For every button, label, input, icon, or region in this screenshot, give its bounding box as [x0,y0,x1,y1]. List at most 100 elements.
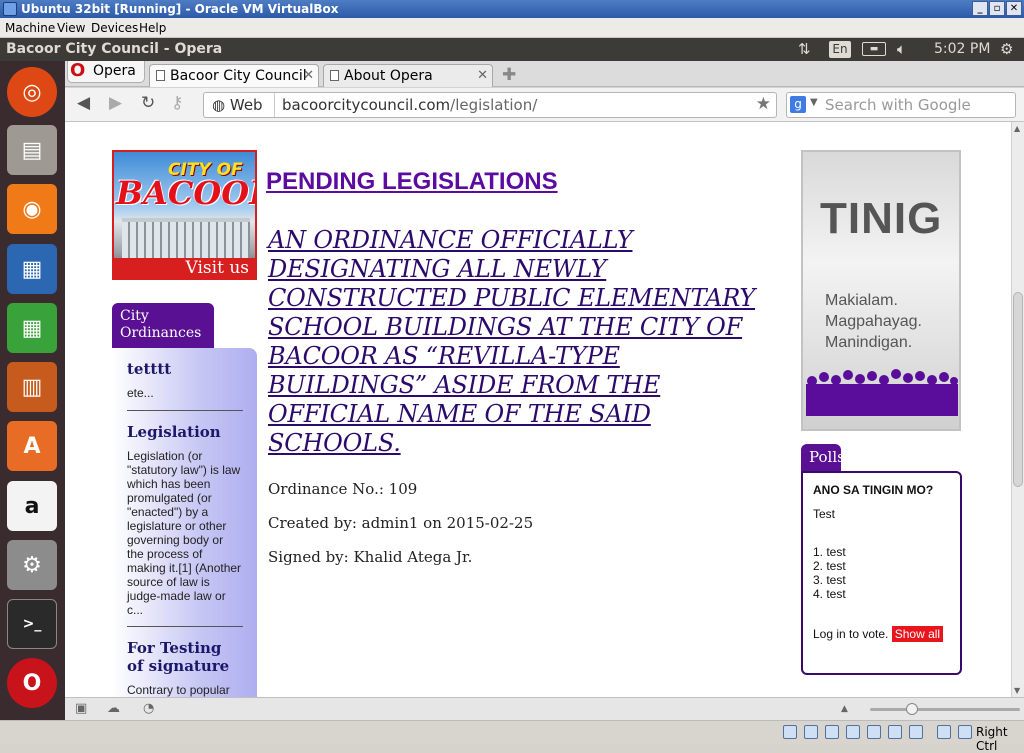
menu-devices[interactable]: Devices [91,21,138,35]
address-divider [274,93,275,117]
opera-menu-button[interactable]: O Opera [67,60,145,83]
zoom-slider-knob[interactable] [906,703,918,715]
visit-us-link[interactable]: Visit us [114,258,255,278]
search-field[interactable]: g ▼ Search with Google [786,92,1016,118]
divider [127,626,243,627]
video-capture-icon[interactable] [909,725,923,739]
amazon-icon[interactable]: a [7,481,57,531]
close-button[interactable]: ✕ [1006,1,1022,16]
virtualbox-icon [3,2,17,16]
terminal-icon[interactable]: >_ [7,599,57,649]
unity-launcher: ◎ ▤ ◉ ▦ ▦ ▥ A a ⚙ >_ O [0,61,65,720]
firefox-icon[interactable]: ◉ [7,184,57,234]
ordinance-number: Ordinance No.: 109 [268,480,418,498]
city-ordinances-tab[interactable]: City Ordinances [112,303,214,348]
scrollbar-thumb[interactable] [1013,292,1023,487]
chevron-down-icon[interactable]: ▼ [810,97,818,108]
tab-bacoor-city-council[interactable]: Bacoor City Council ✕ [149,64,319,87]
vertical-scrollbar[interactable]: ▲ ▼ [1011,122,1024,697]
url-text[interactable]: bacoorcitycouncil.com/legislation/ [282,96,537,114]
logo-line2: BACOOR [116,174,255,212]
gear-icon[interactable]: ⚙ [1000,40,1013,58]
address-bar[interactable]: ◍ Web bacoorcitycouncil.com/legislation/… [203,92,777,118]
scroll-up-icon[interactable]: ▲ [1014,124,1020,133]
poll-login-row: Log in to vote. Show all [813,626,945,642]
volume-icon[interactable]: 🔈︎ [897,40,906,58]
close-tab-icon[interactable]: ✕ [477,68,488,83]
poll-description: Test [813,507,836,521]
zoom-out-icon[interactable]: ▲ [841,704,848,714]
page-title[interactable]: PENDING LEGISLATIONS [266,168,771,196]
software-center-icon[interactable]: A [7,421,57,471]
ubuntu-dash-icon[interactable]: ◎ [7,67,57,117]
system-settings-icon[interactable]: ⚙ [7,540,57,590]
new-tab-icon[interactable]: ✚ [502,65,516,85]
tab-about-opera[interactable]: About Opera ✕ [323,64,493,87]
ordinance-item-title[interactable]: For Testing of signature [127,639,243,675]
display-icon[interactable] [888,725,902,739]
poll-option: 4. test [813,587,846,601]
ordinance-item-title[interactable]: tetttt [127,360,243,378]
forward-icon[interactable]: ▶ [109,93,122,113]
divider [127,410,243,411]
browser-statusbar: ▣ ☁ ◔ ▲ [65,697,1024,720]
reload-icon[interactable]: ↻ [141,93,155,113]
active-window-title: Bacoor City Council - Opera [6,41,223,57]
hard-disk-icon[interactable] [783,725,797,739]
ordinance-item-title[interactable]: Legislation [127,423,243,441]
vbox-window-title: Ubuntu 32bit [Running] - Oracle VM Virtu… [21,2,339,16]
city-hall-image [122,218,250,258]
files-icon[interactable]: ▤ [7,125,57,175]
polls-tab[interactable]: Polls [801,444,845,471]
menu-help[interactable]: Help [139,21,166,35]
ordinance-title-link[interactable]: AN ORDINANCE OFFICIALLY DESIGNATING ALL … [268,226,771,458]
ordinance-item: For Testing of signature Contrary to pop… [127,639,243,697]
menu-view[interactable]: View [57,21,85,35]
calc-icon[interactable]: ▦ [7,303,57,353]
show-all-button[interactable]: Show all [891,626,944,642]
shared-folder-icon[interactable] [867,725,881,739]
ubuntu-top-panel: Bacoor City Council - Opera ⇅ En ▬ 🔈︎ 5:… [0,38,1024,61]
main-content: PENDING LEGISLATIONS AN ORDINANCE OFFICI… [266,168,771,566]
page-icon [330,70,339,81]
city-of-bacoor-banner[interactable]: CITY OF BACOOR Visit us [112,150,257,280]
battery-icon[interactable]: ▬ [862,42,886,56]
restore-button[interactable]: ▫ [989,1,1005,16]
scroll-down-icon[interactable]: ▼ [1014,686,1020,695]
login-to-vote-link[interactable]: Log in to vote. [813,627,888,641]
key-icon[interactable]: ⚷ [171,93,183,113]
ordinance-item-excerpt: ete... [127,386,154,400]
writer-icon[interactable]: ▦ [7,244,57,294]
host-key-label: Right Ctrl [976,725,1008,753]
zoom-slider[interactable] [870,703,1020,715]
web-badge[interactable]: ◍ Web [212,96,263,114]
usb-icon[interactable] [825,725,839,739]
page-icon [156,70,165,81]
tinig-banner[interactable]: TINIG Makialam. Magpahayag. Manindigan. [801,150,961,431]
mouse-integration-icon[interactable] [937,725,951,739]
network-icon[interactable] [846,725,860,739]
close-tab-icon[interactable]: ✕ [303,68,314,83]
minimize-button[interactable]: _ [972,1,988,16]
optical-drive-icon[interactable] [804,725,818,739]
vbox-statusbar: Right Ctrl [0,720,1024,753]
poll-question: ANO SA TINGIN MO? [813,483,934,497]
ordinances-panel: tetttt ete... Legislation Legislation (o… [112,348,257,697]
poll-option: 3. test [813,573,846,587]
network-transfer-icon[interactable]: ⇅ [798,40,811,58]
bookmark-star-icon[interactable]: ★ [756,94,771,114]
keyboard-layout-indicator[interactable]: En [829,41,851,58]
browser-tabbar: O Opera Bacoor City Council ✕ About Oper… [65,60,1024,87]
speed-dial-icon[interactable]: ◔ [143,701,154,716]
cloud-icon[interactable]: ☁ [107,701,120,716]
menu-machine[interactable]: Machine [5,21,55,35]
back-icon[interactable]: ◀ [77,93,90,113]
opera-icon[interactable]: O [7,658,57,708]
google-icon[interactable]: g [790,96,806,113]
impress-icon[interactable]: ▥ [7,362,57,412]
ordinance-item: Legislation Legislation (or "statutory l… [127,423,243,617]
poll-options: 1. test 2. test 3. test 4. test [813,545,846,601]
panel-toggle-icon[interactable]: ▣ [75,701,87,716]
vbox-menubar: Machine View Devices Help [0,18,1024,38]
panel-clock[interactable]: 5:02 PM [934,41,990,57]
